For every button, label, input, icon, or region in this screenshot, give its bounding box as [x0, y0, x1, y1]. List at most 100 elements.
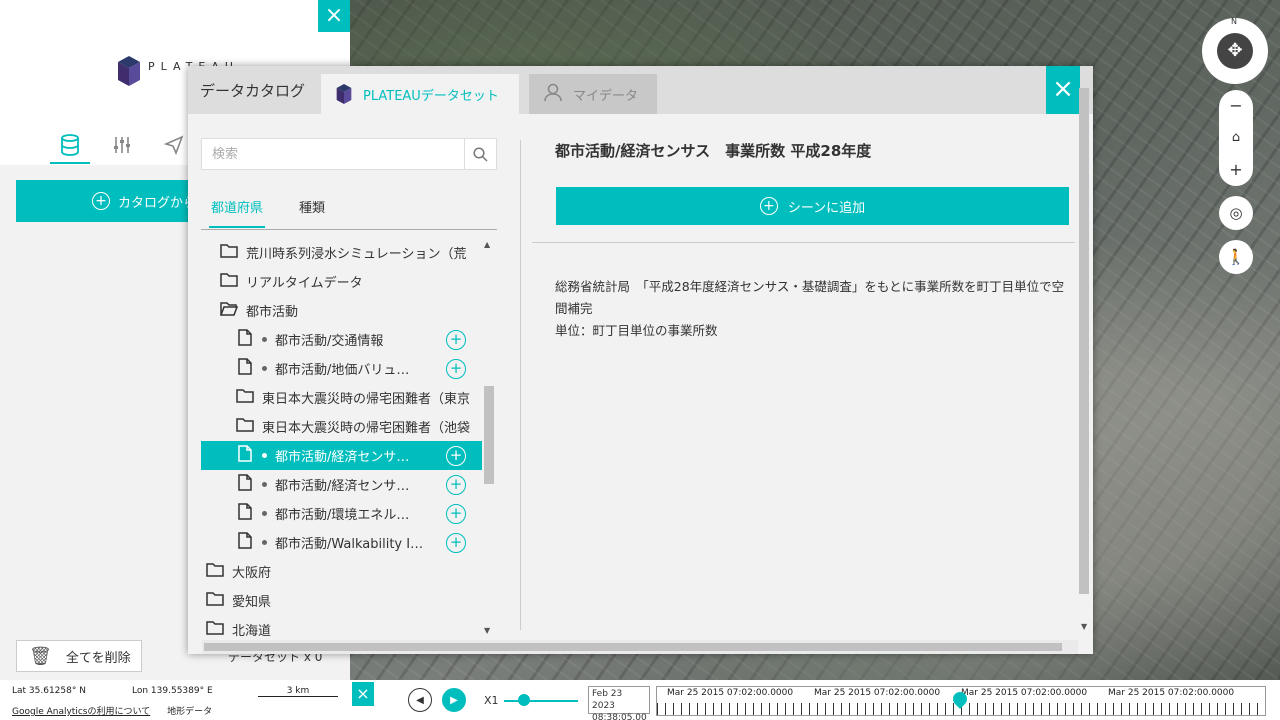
dataset-item[interactable]: 都市活動/Walkability I… + — [188, 528, 482, 557]
add-dataset-icon[interactable]: + — [446, 532, 466, 553]
search-box — [201, 138, 497, 170]
folder-item[interactable]: 北海道 — [188, 615, 482, 640]
file-icon — [234, 474, 256, 495]
zoom-out-icon[interactable]: − — [1219, 90, 1253, 122]
folder-icon — [218, 243, 240, 262]
scroll-down-icon[interactable]: ▼ — [1081, 622, 1087, 631]
tree-item-label: リアルタイムデータ — [246, 276, 363, 291]
tab-type[interactable]: 種類 — [299, 197, 325, 216]
tab-my-data[interactable]: マイデータ — [529, 74, 657, 114]
dataset-item[interactable]: 都市活動/経済センサ… + — [201, 441, 482, 470]
horizontal-scroll-thumb[interactable] — [204, 643, 1062, 651]
sidebar-close-icon[interactable]: × — [318, 0, 350, 32]
move-arrows-icon[interactable]: ✥ — [1217, 33, 1253, 69]
modal-header: データカタログ PLATEAUデータセット マイデータ × — [188, 66, 1093, 114]
compass-north-label: N — [1231, 17, 1237, 26]
description-line: 単位：町丁目単位の事業所数 — [555, 323, 718, 338]
folder-icon — [204, 591, 226, 610]
home-icon[interactable]: ⌂ — [1219, 122, 1253, 154]
add-dataset-icon[interactable]: + — [446, 329, 466, 350]
folder-item[interactable]: 大阪府 — [188, 557, 482, 586]
tab-plateau-dataset[interactable]: PLATEAUデータセット — [321, 74, 519, 114]
scroll-up-icon[interactable]: ▲ — [484, 240, 490, 249]
description-line: 総務省統計局 「平成28年度経済センサス・基礎調査」をもとに事業所数を町丁目単位… — [555, 279, 1065, 316]
rewind-icon[interactable]: ◀ — [408, 688, 432, 712]
folder-item[interactable]: 荒川時系列浸水シミュレーション（荒 — [188, 238, 482, 267]
folder-icon — [204, 562, 226, 581]
timeline-close-icon[interactable]: × — [352, 682, 374, 706]
current-date: Feb 23 2023 — [592, 689, 623, 711]
pedestrian-icon[interactable]: 🚶 — [1219, 240, 1253, 274]
file-icon — [234, 503, 256, 524]
zoom-in-icon[interactable]: + — [1219, 154, 1253, 186]
folder-icon — [234, 417, 256, 436]
speed-slider[interactable] — [504, 700, 578, 702]
speed-slider-handle[interactable] — [518, 694, 530, 706]
timeline-track[interactable]: Mar 25 2015 07:02:00.0000 Mar 25 2015 07… — [656, 686, 1266, 716]
add-dataset-icon[interactable]: + — [446, 445, 466, 466]
scale-bar: 3 km — [258, 686, 338, 697]
folder-item[interactable]: 東日本大震災時の帰宅困難者（東京 — [188, 383, 482, 412]
play-icon[interactable]: ▶ — [442, 688, 466, 712]
delete-all-button[interactable]: 🗑 全てを削除 — [16, 640, 142, 672]
database-icon[interactable] — [50, 128, 90, 164]
add-dataset-icon[interactable]: + — [446, 503, 466, 524]
folder-icon — [234, 388, 256, 407]
dataset-bullet — [262, 540, 267, 545]
search-icon[interactable] — [464, 139, 496, 169]
horizontal-scrollbar[interactable] — [202, 640, 1078, 654]
plateau-cube-icon — [336, 84, 352, 104]
timeline-label: Mar 25 2015 07:02:00.0000 — [667, 688, 794, 698]
filter-tabs: 都道府県 種類 — [201, 188, 497, 230]
tree-scroll-thumb[interactable] — [484, 386, 494, 484]
catalog-tree-pane: 都道府県 種類 荒川時系列浸水シミュレーション（荒リアルタイムデータ都市活動都市… — [188, 114, 518, 644]
tab-mydata-label: マイデータ — [573, 88, 639, 104]
dataset-bullet — [262, 453, 267, 458]
plateau-cube-icon — [118, 56, 140, 86]
locate-icon[interactable]: ◎ — [1219, 196, 1253, 230]
dataset-item[interactable]: 都市活動/経済センサ… + — [188, 470, 482, 499]
tree-item-label: 都市活動/Walkability I… — [275, 537, 424, 552]
dataset-bullet — [262, 366, 267, 371]
tree-scrollbar[interactable]: ▲ ▼ — [482, 238, 496, 640]
compass[interactable]: N ✥ — [1202, 17, 1268, 84]
folder-item[interactable]: リアルタイムデータ — [188, 267, 482, 296]
tree-item-label: 都市活動 — [246, 305, 299, 320]
file-icon — [234, 445, 256, 466]
search-input[interactable] — [202, 139, 464, 169]
file-icon — [234, 329, 256, 350]
add-to-scene-button[interactable]: + シーンに追加 — [556, 187, 1069, 225]
scroll-down-icon[interactable]: ▼ — [484, 626, 490, 635]
tree-item-label: 大阪府 — [232, 566, 272, 581]
google-analytics-link[interactable]: Google Analyticsの利用について — [12, 707, 150, 717]
detail-scroll-thumb[interactable] — [1079, 88, 1089, 594]
folder-icon — [218, 272, 240, 291]
add-to-scene-label: シーンに追加 — [787, 200, 866, 216]
dataset-item[interactable]: 都市活動/環境エネル… + — [188, 499, 482, 528]
add-dataset-icon[interactable]: + — [446, 474, 466, 495]
terrain-data-link[interactable]: 地形データ — [167, 707, 212, 717]
folder-item[interactable]: 都市活動 — [188, 296, 482, 325]
catalog-button-label: カタログから — [118, 195, 197, 211]
current-time: 08:38:05.00 — [592, 713, 647, 720]
tree-item-label: 東日本大震災時の帰宅困難者（池袋 — [262, 421, 471, 436]
folder-open-icon — [218, 301, 240, 320]
modal-close-icon[interactable]: × — [1046, 66, 1080, 114]
user-icon — [543, 82, 563, 106]
tab-prefecture[interactable]: 都道府県 — [208, 197, 266, 228]
dataset-title: 都市活動/経済センサス 事業所数 平成28年度 — [555, 142, 872, 160]
zoom-control: − ⌂ + — [1219, 90, 1253, 186]
detail-scrollbar[interactable]: ▼ — [1078, 66, 1092, 640]
file-icon — [234, 532, 256, 553]
dataset-bullet — [262, 337, 267, 342]
dataset-item[interactable]: 都市活動/交通情報 + — [188, 325, 482, 354]
speed-label: X1 — [484, 694, 499, 707]
dataset-detail-pane: 都市活動/経済センサス 事業所数 平成28年度 + シーンに追加 総務省統計局 … — [532, 114, 1075, 634]
dataset-bullet — [262, 482, 267, 487]
modal-title: データカタログ — [200, 82, 306, 100]
dataset-item[interactable]: 都市活動/地価バリュ… + — [188, 354, 482, 383]
sliders-icon[interactable] — [102, 128, 142, 164]
folder-item[interactable]: 東日本大震災時の帰宅困難者（池袋 — [188, 412, 482, 441]
add-dataset-icon[interactable]: + — [446, 358, 466, 379]
folder-item[interactable]: 愛知県 — [188, 586, 482, 615]
